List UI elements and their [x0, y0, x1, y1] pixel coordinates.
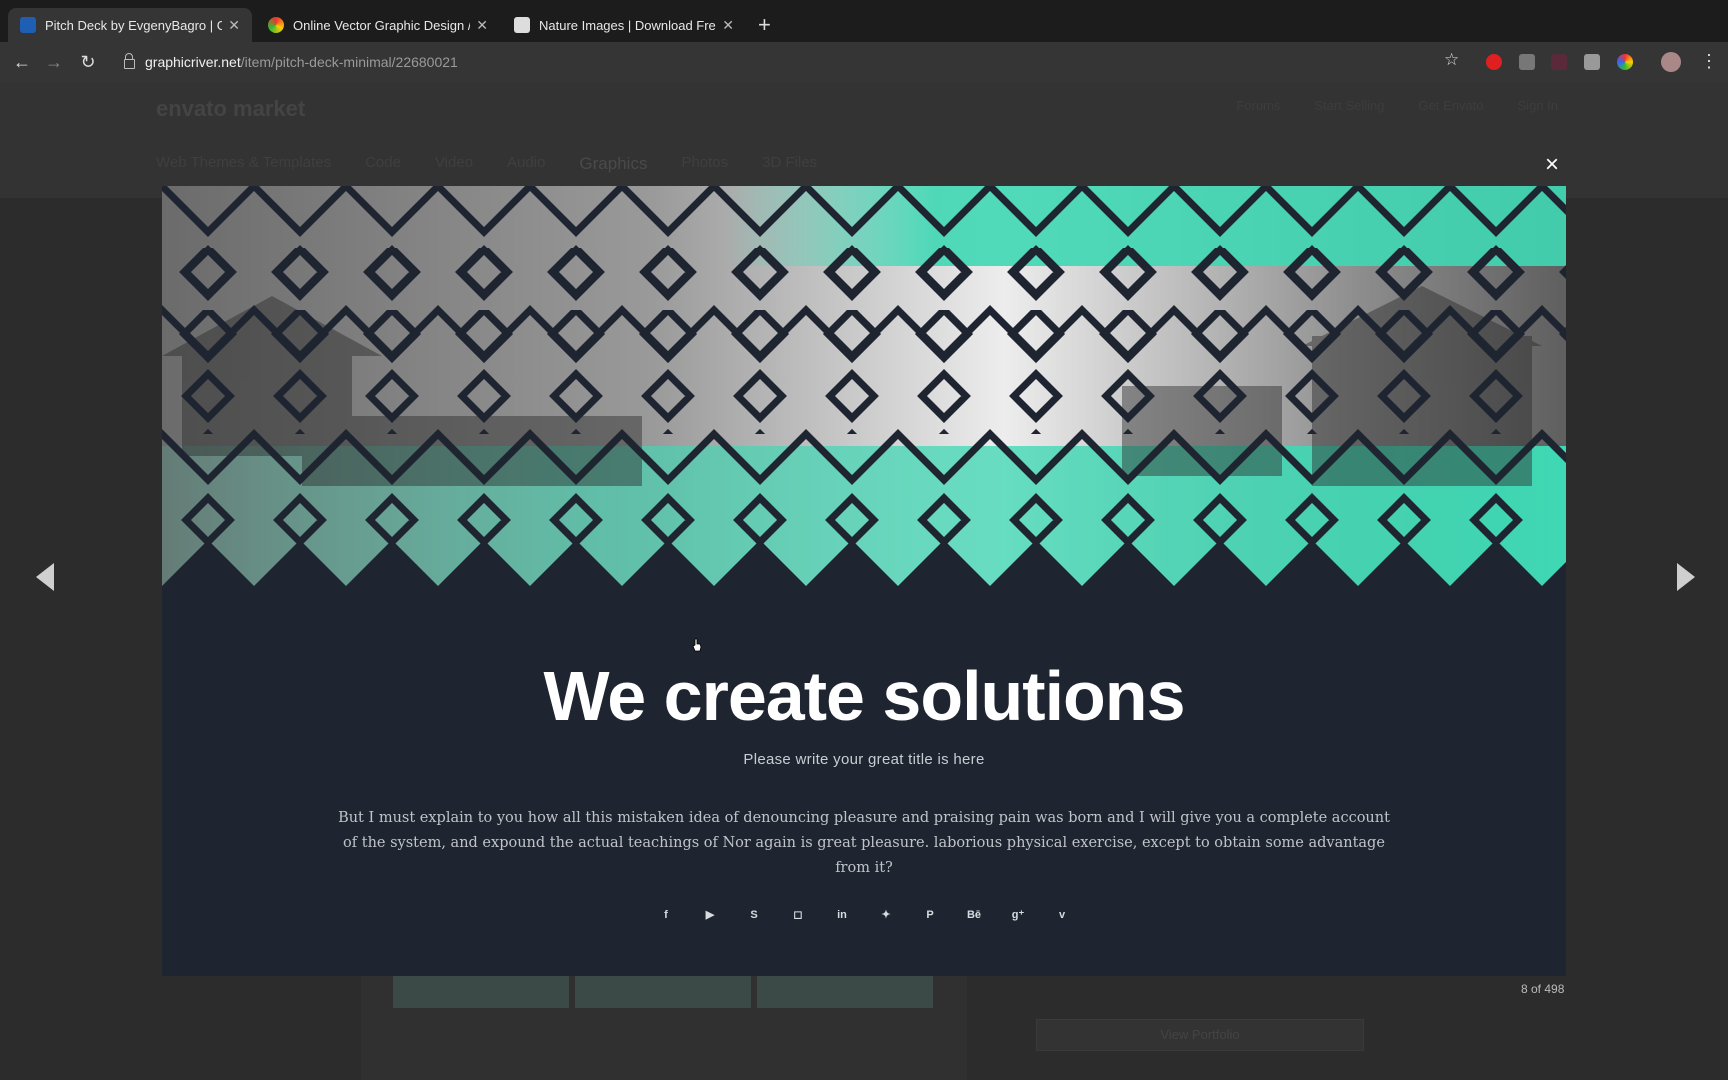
tab-title: Pitch Deck by EvgenyBagro | G [45, 17, 223, 33]
hero-pattern-image [162, 186, 1566, 606]
tab-online-vector[interactable]: Online Vector Graphic Design / ✕ [256, 8, 500, 42]
url-host: graphicriver.net [145, 54, 241, 70]
back-button[interactable]: ← [10, 50, 34, 74]
instagram-icon: ◻ [793, 909, 803, 921]
nav-item[interactable]: Audio [507, 154, 545, 174]
envato-top-links: Forums Start Selling Get Envato Sign In [1236, 98, 1558, 113]
nav-item[interactable]: Code [365, 154, 401, 174]
nav-item[interactable]: 3D Files [762, 154, 817, 174]
nav-item[interactable]: Photos [681, 154, 728, 174]
code-extension-icon[interactable] [1519, 54, 1535, 70]
facebook-icon: f [664, 909, 668, 921]
nav-item[interactable]: Graphics [579, 154, 647, 174]
youtube-icon: ▶ [705, 909, 715, 921]
top-link[interactable]: Forums [1236, 98, 1280, 113]
skype-icon: S [750, 909, 758, 921]
hand-cursor-icon [692, 638, 702, 652]
envato-header: envato market Forums Start Selling Get E… [0, 82, 1728, 198]
previous-slide-arrow-icon[interactable] [36, 563, 54, 591]
adblock-extension-icon[interactable] [1486, 54, 1502, 70]
profile-avatar[interactable] [1661, 52, 1681, 72]
close-tab-icon[interactable]: ✕ [476, 17, 488, 34]
close-tab-icon[interactable]: ✕ [722, 17, 734, 34]
view-portfolio-button[interactable]: View Portfolio [1036, 1019, 1364, 1051]
tab-pitch-deck[interactable]: Pitch Deck by EvgenyBagro | G ✕ [8, 8, 252, 42]
url-path: /item/pitch-deck-minimal/22680021 [240, 54, 458, 70]
slide-subtitle: Please write your great title is here [743, 751, 985, 768]
tab-nature-images[interactable]: Nature Images | Download Fre ✕ [502, 8, 746, 42]
close-lightbox-button[interactable]: × [1545, 153, 1559, 177]
top-link[interactable]: Sign In [1518, 98, 1558, 113]
top-link[interactable]: Start Selling [1314, 98, 1384, 113]
slide-title: We create solutions [543, 657, 1185, 735]
lock-icon [124, 53, 135, 69]
color-picker-extension-icon[interactable] [1617, 54, 1633, 70]
nav-item[interactable]: Video [435, 154, 473, 174]
lightbox-slide: We create solutions Please write your gr… [162, 186, 1566, 976]
top-link[interactable]: Get Envato [1418, 98, 1483, 113]
nav-item[interactable]: Web Themes & Templates [156, 154, 331, 174]
tab-title: Online Vector Graphic Design / [293, 17, 471, 33]
slide-body-text: But I must explain to you how all this m… [338, 810, 1390, 876]
behance-icon: Bē [966, 909, 982, 921]
forward-button[interactable]: → [42, 50, 66, 74]
google-plus-icon: g⁺ [1011, 909, 1025, 921]
tab-title: Nature Images | Download Fre [539, 17, 716, 33]
pinterest-icon: P [926, 909, 934, 921]
close-tab-icon[interactable]: ✕ [228, 17, 240, 34]
slide-counter: 8 of 498 [1521, 982, 1565, 996]
new-tab-button[interactable]: + [758, 14, 771, 36]
next-slide-arrow-icon[interactable] [1677, 563, 1695, 591]
camera-icon [514, 17, 530, 33]
browser-tab-strip: Pitch Deck by EvgenyBagro | G ✕ Online V… [0, 0, 1728, 42]
envato-logo: envato market [156, 96, 306, 121]
social-icons-row: f ▶ S ◻ in ✦ P Bē g⁺ v [162, 904, 1566, 926]
tb-extension-icon[interactable] [1584, 54, 1600, 70]
reload-button[interactable]: ↻ [76, 50, 100, 74]
envato-category-nav: Web Themes & Templates Code Video Audio … [156, 154, 817, 174]
browser-menu-icon[interactable]: ⋮ [1700, 51, 1718, 71]
k-extension-icon[interactable] [1551, 54, 1567, 70]
browser-toolbar: ← → ↻ graphicriver.net/item/pitch-deck-m… [0, 42, 1728, 82]
twitter-icon: ✦ [881, 909, 891, 921]
bookmark-star-icon[interactable]: ☆ [1444, 50, 1459, 70]
vimeo-icon: v [1058, 909, 1066, 921]
envato-leaf-icon [20, 17, 36, 33]
linkedin-icon: in [837, 909, 847, 921]
address-bar[interactable]: graphicriver.net/item/pitch-deck-minimal… [118, 48, 1458, 76]
colorful-circle-icon [268, 17, 284, 33]
